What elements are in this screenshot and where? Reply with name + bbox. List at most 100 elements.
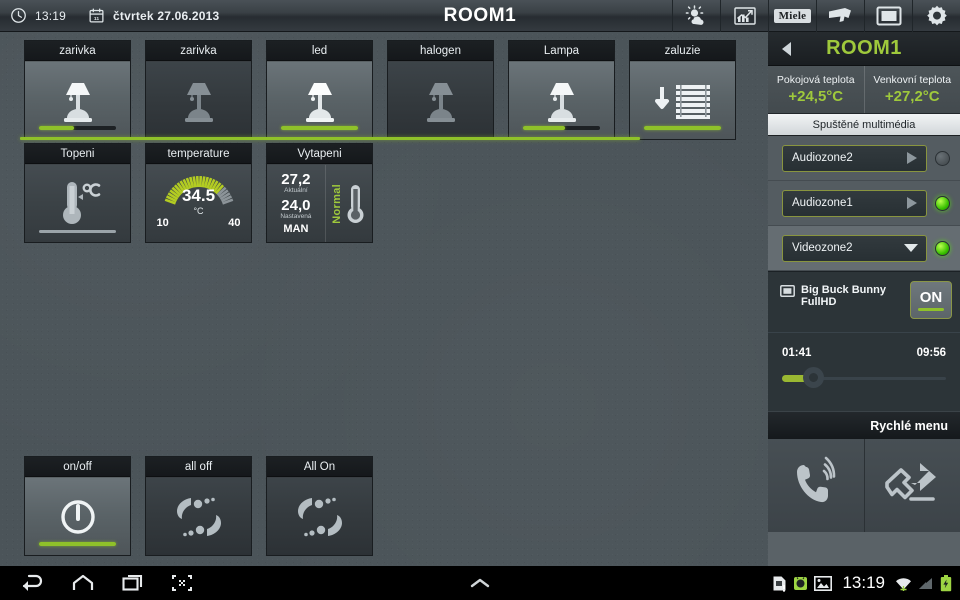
zone-row-audiozone2[interactable]: Audiozone2 <box>768 136 960 181</box>
zone-button-videozone2[interactable]: Videozone2 <box>782 234 927 262</box>
zone-status-led[interactable] <box>935 195 950 211</box>
dimmer-track[interactable] <box>39 126 116 130</box>
tile-body[interactable] <box>509 61 614 139</box>
device-tile-halogen[interactable]: halogen <box>387 40 494 140</box>
battery-charging-icon[interactable] <box>940 574 952 592</box>
tile-body[interactable] <box>388 61 493 139</box>
seek-thumb[interactable] <box>803 367 825 388</box>
dimmer-track[interactable] <box>281 126 358 130</box>
scene-icon <box>176 497 221 536</box>
power-icon <box>60 499 95 534</box>
gauge-unit: °C <box>193 206 204 216</box>
right-side-panel: ROOM1 Pokojová teplota +24,5°C Venkovní … <box>768 32 960 566</box>
top-bar: 13:19 11 čtvrtek 27.06.2013 ROOM1 Miele <box>0 0 960 32</box>
heating-status-text: Normal <box>330 183 343 224</box>
tile-body[interactable] <box>25 477 130 555</box>
sim-card-alert-icon[interactable] <box>772 575 787 592</box>
scene-tile-all-on[interactable]: All On <box>266 456 373 556</box>
miele-logo[interactable]: Miele <box>768 0 816 32</box>
zone-label: Audiozone2 <box>792 152 853 164</box>
android-debug-icon[interactable] <box>793 575 808 592</box>
panel-header: ROOM1 <box>768 32 960 66</box>
image-icon[interactable] <box>814 575 833 591</box>
indoor-temperature: Pokojová teplota +24,5°C <box>768 66 864 113</box>
weather-icon[interactable] <box>672 0 720 32</box>
tile-label: Lampa <box>509 41 614 61</box>
tile-body[interactable] <box>146 61 251 139</box>
tile-label: zarivka <box>146 41 251 61</box>
camera-icon[interactable] <box>816 0 864 32</box>
settings-gear-icon[interactable] <box>912 0 960 32</box>
topbar-date-group: 11 čtvrtek 27.06.2013 <box>66 7 219 24</box>
device-tile-zarivka-1[interactable]: zarivka <box>24 40 131 140</box>
actual-temperature-value: 27,2 <box>281 170 311 188</box>
tile-body[interactable] <box>267 61 372 139</box>
tile-body[interactable]: 27,2 Aktuální 24,0 Nastavená MAN Normal <box>267 164 372 242</box>
set-temperature-label: Nastavená <box>280 212 312 220</box>
zone-row-videozone2[interactable]: Videozone2 <box>768 226 960 271</box>
chart-icon[interactable] <box>720 0 768 32</box>
device-tile-led[interactable]: led <box>266 40 373 140</box>
media-now-playing: Big Buck Bunny FullHD ON <box>768 271 960 333</box>
lamp-icon <box>184 82 213 122</box>
device-tile-topeni[interactable]: Topeni <box>24 143 131 243</box>
status-icons: 13:19 <box>772 566 952 600</box>
tile-label: on/off <box>25 457 130 477</box>
svg-text:11: 11 <box>94 16 99 22</box>
media-elapsed-time: 01:41 <box>782 347 812 359</box>
quick-menu-intercom[interactable] <box>768 439 864 532</box>
media-seek-bar[interactable] <box>782 367 946 388</box>
lamp-icon <box>547 82 576 122</box>
zone-label: Audiozone1 <box>792 197 853 209</box>
zone-row-audiozone1[interactable]: Audiozone1 <box>768 181 960 226</box>
dimmer-fill <box>39 542 116 546</box>
tile-label: halogen <box>388 41 493 61</box>
tile-body[interactable] <box>630 61 735 139</box>
tile-label: all off <box>146 457 251 477</box>
device-tile-temperature-gauge[interactable]: temperature 34.5 °C 10 40 <box>145 143 252 243</box>
topbar-date: čtvrtek 27.06.2013 <box>113 8 220 23</box>
signal-icon[interactable] <box>918 576 934 591</box>
dimmer-track[interactable] <box>39 542 116 546</box>
thermometer-icon <box>347 184 364 223</box>
indoor-temperature-label: Pokojová teplota <box>776 74 855 86</box>
intercom-call-icon <box>796 456 836 502</box>
tile-body[interactable]: 34.5 °C 10 40 <box>146 164 251 242</box>
clock-icon <box>10 7 27 24</box>
scene-tile-all-off[interactable]: all off <box>145 456 252 556</box>
wifi-icon[interactable] <box>895 575 912 592</box>
tile-body[interactable] <box>267 477 372 555</box>
dimmer-track[interactable] <box>644 126 721 130</box>
device-tile-zaluzie[interactable]: zaluzie <box>629 40 736 140</box>
quick-menu-leave-house[interactable] <box>863 439 960 532</box>
outdoor-temperature-value: +27,2°C <box>884 88 940 105</box>
quick-menu-row <box>768 439 960 532</box>
heating-level-bar[interactable] <box>39 230 116 233</box>
zone-button-audiozone1[interactable]: Audiozone1 <box>782 189 927 217</box>
tile-body[interactable] <box>25 61 130 139</box>
tile-body[interactable] <box>146 477 251 555</box>
device-tile-vytapeni[interactable]: Vytapeni 27,2 Aktuální 24,0 Nastavená MA… <box>266 143 373 243</box>
topbar-icon-group: Miele <box>672 0 960 32</box>
device-tile-row-1: zarivka zarivka led halogen Lampa zaluzi… <box>24 40 736 140</box>
row-1-accent-line <box>20 137 640 140</box>
zone-button-audiozone2[interactable]: Audiozone2 <box>782 144 927 172</box>
device-tile-lampa[interactable]: Lampa <box>508 40 615 140</box>
tile-body[interactable] <box>25 164 130 242</box>
set-temperature-value: 24,0 <box>281 197 311 214</box>
device-tile-zarivka-2[interactable]: zarivka <box>145 40 252 140</box>
zone-status-led[interactable] <box>935 150 950 166</box>
leave-house-icon <box>885 462 937 501</box>
dimmer-track[interactable] <box>523 126 600 130</box>
scene-tile-row: on/off all off All On <box>24 456 373 556</box>
tile-label: All On <box>267 457 372 477</box>
back-arrow-icon[interactable] <box>780 41 794 57</box>
scene-tile-onoff[interactable]: on/off <box>24 456 131 556</box>
lamp-icon <box>63 82 92 122</box>
heating-mode: MAN <box>283 223 309 236</box>
tile-label: temperature <box>146 144 251 164</box>
zone-status-led[interactable] <box>935 240 950 256</box>
tv-icon[interactable] <box>864 0 912 32</box>
vytapeni-values: 27,2 Aktuální 24,0 Nastavená MAN <box>267 165 325 242</box>
media-power-button[interactable]: ON <box>910 281 952 319</box>
